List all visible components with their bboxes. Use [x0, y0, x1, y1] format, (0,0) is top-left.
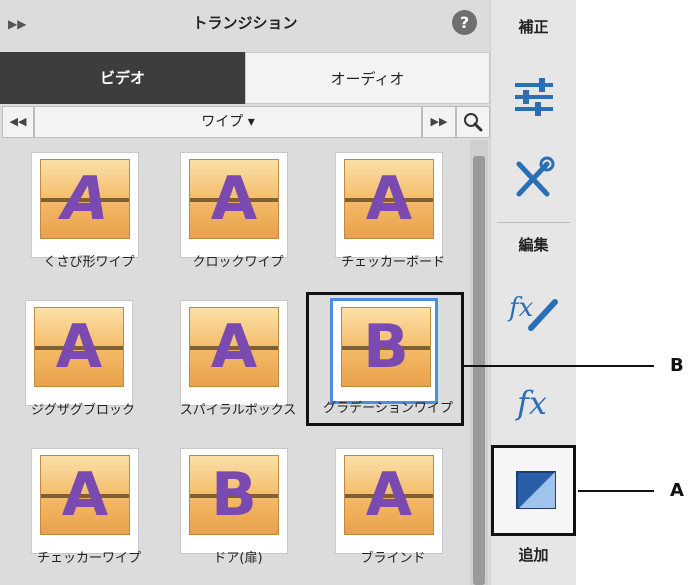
svg-text:fx: fx [507, 293, 534, 323]
transition-thumbnail: A [180, 300, 288, 406]
transition-thumbnail: B [330, 298, 438, 404]
transition-label: ジグザグブロック [30, 403, 135, 418]
panel-header: ▶▶ トランジション ? [0, 0, 490, 48]
tab-video[interactable]: ビデオ [0, 52, 245, 104]
transition-thumbnail: A [31, 152, 139, 258]
fx-pencil-icon: fx [507, 293, 558, 331]
scrollbar-thumb[interactable] [473, 156, 485, 585]
transition-item[interactable]: A チェッカーボード [318, 140, 468, 275]
transition-label: グラデーションワイプ [323, 401, 453, 416]
transition-grid: A くさび形ワイプ A クロックワイプ A チェッカーボード A ジグザグブロッ… [0, 140, 470, 585]
search-icon [464, 113, 483, 132]
transition-item[interactable]: A スパイラルボックス [163, 288, 313, 423]
transition-label: くさび形ワイプ [43, 255, 135, 270]
transition-label: ドア(扉) [213, 551, 263, 566]
transition-thumbnail: A [335, 152, 443, 258]
tools-icon [516, 156, 555, 197]
category-bar: ◀◀ ワイプ ▾ ▶▶ [0, 106, 490, 138]
transition-item-selected[interactable]: B グラデーションワイプ [313, 286, 463, 421]
tab-bar: ビデオ オーディオ [0, 52, 490, 104]
transitions-button[interactable] [491, 445, 576, 536]
next-category-button[interactable]: ▶▶ [422, 106, 456, 138]
add-label: 追加 [518, 546, 549, 564]
transition-thumbnail: A [335, 448, 443, 554]
previous-category-button[interactable]: ◀◀ [2, 106, 34, 138]
grid-scrollbar[interactable] [470, 140, 488, 585]
transition-thumbnail: A [25, 300, 133, 406]
transition-item[interactable]: A クロックワイプ [163, 140, 313, 275]
transition-item[interactable]: A くさび形ワイプ [14, 140, 164, 275]
tools-button[interactable] [501, 150, 566, 210]
transition-label: チェッカーワイプ [36, 551, 141, 566]
sliders-icon [515, 78, 553, 116]
category-dropdown[interactable]: ワイプ ▾ [34, 106, 422, 138]
transition-icon [516, 471, 556, 509]
transition-label: ブラインド [360, 551, 426, 566]
panel-title: トランジション [192, 14, 298, 32]
toolbar-divider [497, 222, 570, 223]
right-toolbar: 補正 編集 fx fx 追加 [490, 0, 576, 585]
callout-b-line [464, 365, 654, 367]
edit-effects-button[interactable]: fx [501, 280, 566, 340]
transition-label: クロックワイプ [192, 255, 284, 270]
callout-b-letter: B [670, 355, 684, 376]
transition-label: スパイラルボックス [179, 403, 297, 418]
correct-label: 補正 [518, 18, 549, 36]
search-button[interactable] [456, 106, 490, 138]
transition-item[interactable]: A ジグザグブロック [8, 288, 158, 423]
callout-a-line [578, 490, 654, 492]
transition-item[interactable]: A チェッカーワイプ [14, 436, 164, 571]
adjustments-button[interactable] [501, 66, 566, 126]
fx-icon: fx [515, 384, 547, 422]
callout-a-letter: A [670, 480, 684, 501]
transitions-panel: ▶▶ トランジション ? ビデオ オーディオ ◀◀ ワイプ ▾ ▶▶ A くさび… [0, 0, 490, 585]
edit-label: 編集 [518, 236, 549, 254]
svg-text:fx: fx [515, 384, 547, 422]
tab-audio[interactable]: オーディオ [245, 52, 490, 104]
transition-item[interactable]: A ブラインド [318, 436, 468, 571]
transition-thumbnail: B [180, 448, 288, 554]
transition-thumbnail: A [180, 152, 288, 258]
effects-button[interactable]: fx [501, 372, 566, 432]
help-icon[interactable]: ? [452, 10, 477, 35]
transition-thumbnail: A [31, 448, 139, 554]
transition-label: チェッカーボード [340, 255, 445, 270]
transition-item[interactable]: B ドア(扉) [163, 436, 313, 571]
